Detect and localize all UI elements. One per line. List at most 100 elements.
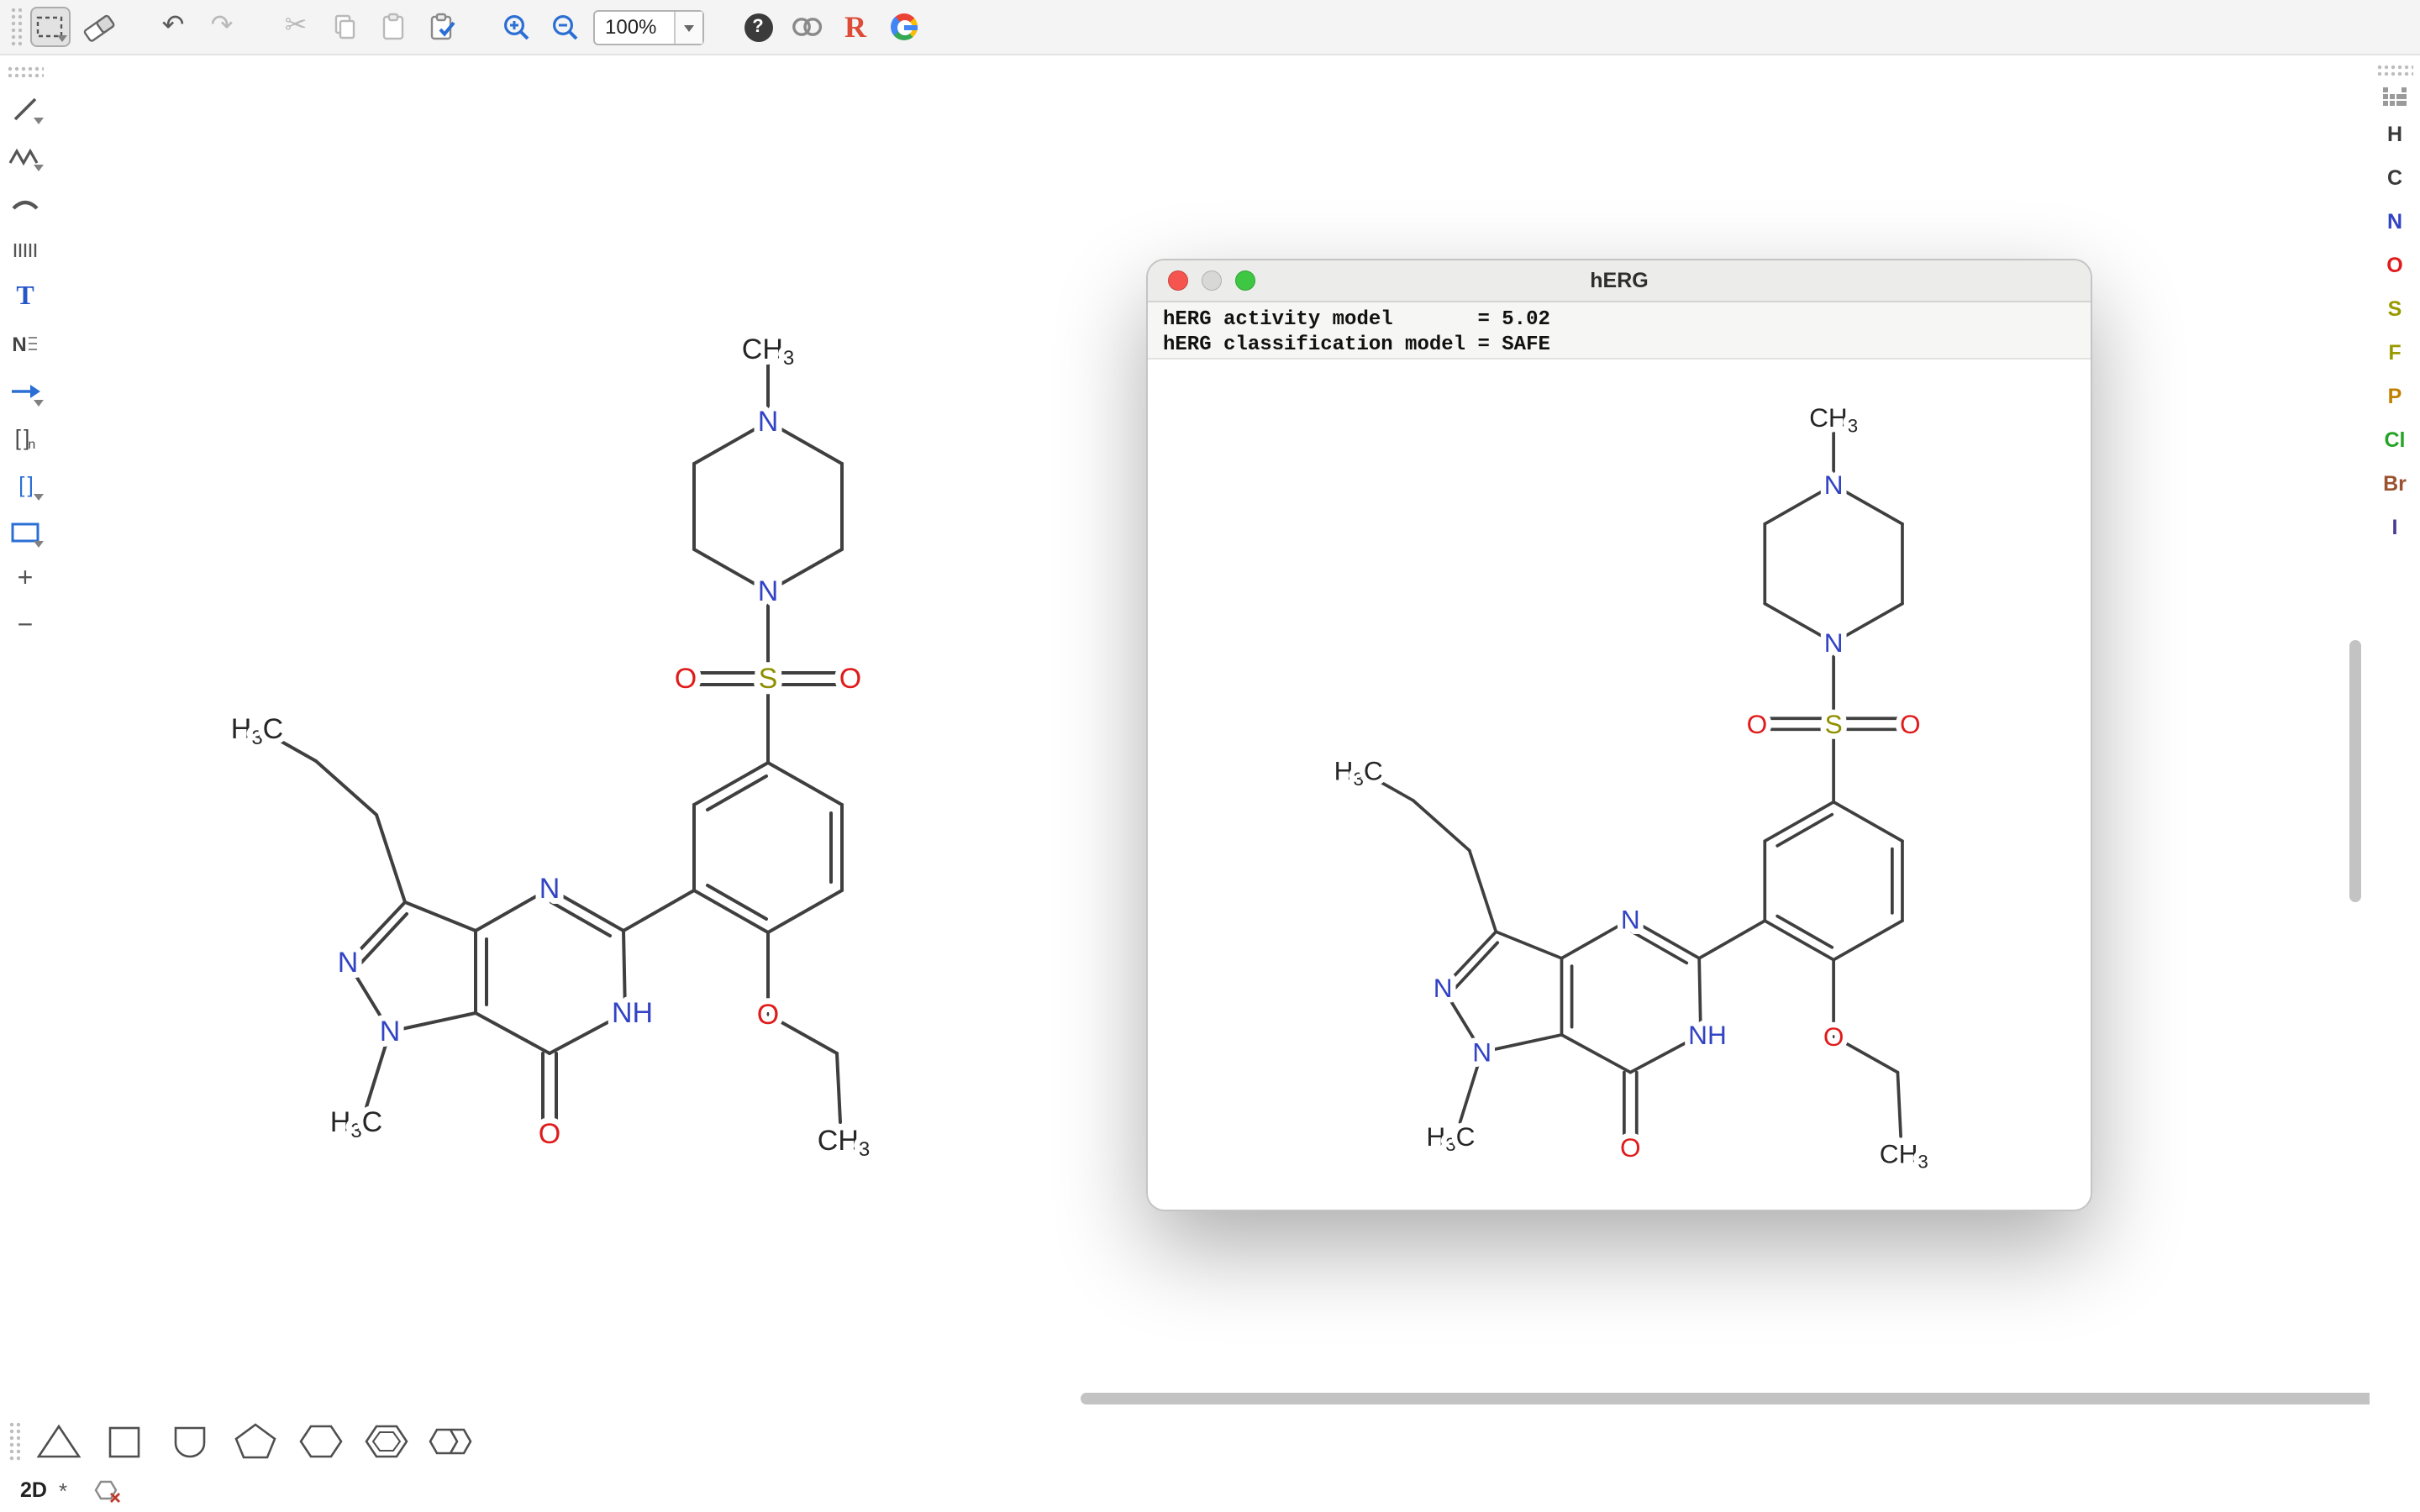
- label-lines-icon: [27, 334, 39, 353]
- periodic-table-button[interactable]: [2375, 79, 2415, 113]
- maximize-button[interactable]: [1235, 270, 1255, 291]
- zoom-out-button[interactable]: [544, 7, 585, 47]
- bond-tool[interactable]: [5, 89, 45, 128]
- undo-icon: ↶: [162, 13, 185, 40]
- template-cyclopentane[interactable]: [229, 1418, 282, 1465]
- square-ring-icon: [101, 1421, 148, 1462]
- top-toolbar: ↶ ↷ ✂ 100% ? R: [0, 0, 2420, 55]
- link-rings-button[interactable]: [786, 7, 827, 47]
- linked-rings-icon: [789, 15, 824, 39]
- hexagon-ring-icon: [297, 1421, 345, 1462]
- pentagon-ring-icon: [232, 1421, 279, 1462]
- clean-structure-icon[interactable]: [92, 1478, 123, 1503]
- periodic-table-icon: [2381, 85, 2408, 107]
- minimize-button[interactable]: [1202, 270, 1222, 291]
- scissors-icon: ✂: [285, 13, 308, 40]
- redo-icon: ↷: [211, 13, 234, 40]
- bracket-icon: [ ]: [18, 472, 32, 497]
- benzene-ring-icon: [363, 1421, 410, 1462]
- toolbar-grip[interactable]: [7, 66, 44, 77]
- herg-results-panel: hERG activity model = 5.02 hERG classifi…: [1148, 302, 2091, 360]
- chain-tool[interactable]: [5, 136, 45, 175]
- plus-icon: +: [18, 564, 34, 594]
- decrease-charge-button[interactable]: −: [5, 606, 45, 645]
- paste-button[interactable]: [373, 7, 413, 47]
- google-search-button[interactable]: [884, 7, 924, 47]
- atom-label-icon: N: [12, 332, 26, 355]
- zoom-in-icon: [501, 12, 531, 42]
- triangle-ring-icon: [35, 1421, 82, 1462]
- element-P[interactable]: P: [2375, 381, 2415, 412]
- eraser-tool[interactable]: [79, 7, 119, 47]
- multi-bond-tool[interactable]: [5, 230, 45, 269]
- marvin-sketch-app: CH3 N N S O O O CH3 N NH O N N H3C H3C: [0, 0, 2420, 1512]
- comb-lines-icon: [10, 238, 40, 261]
- element-I[interactable]: I: [2375, 512, 2415, 543]
- help-icon: ?: [744, 13, 772, 41]
- r-service-button[interactable]: R: [835, 7, 876, 47]
- template-naphthalene[interactable]: [425, 1418, 479, 1465]
- zigzag-chain-icon: [8, 144, 42, 167]
- herg-classification-line: hERG classification model = SAFE: [1163, 332, 2075, 356]
- sildenafil-structure-window: [1334, 402, 1928, 1172]
- template-cyclopentane-envelope[interactable]: [163, 1418, 217, 1465]
- copy-button[interactable]: [324, 7, 365, 47]
- template-cyclohexane[interactable]: [294, 1418, 348, 1465]
- element-C[interactable]: C: [2375, 163, 2415, 193]
- element-Cl[interactable]: Cl: [2375, 425, 2415, 455]
- repeating-group-tool[interactable]: [ ]n: [5, 418, 45, 457]
- arc-tool[interactable]: [5, 183, 45, 222]
- element-Br[interactable]: Br: [2375, 469, 2415, 499]
- element-S[interactable]: S: [2375, 294, 2415, 324]
- google-logo-icon: [891, 13, 918, 40]
- text-tool-icon: T: [16, 281, 34, 312]
- template-toolbar: [0, 1415, 2420, 1468]
- zoom-dropdown-caret[interactable]: [674, 11, 702, 43]
- single-bond-icon: [10, 93, 40, 123]
- fused-rings-icon: [425, 1421, 479, 1462]
- zoom-level-value: 100%: [595, 15, 674, 39]
- minus-icon: −: [18, 611, 34, 641]
- help-button[interactable]: ?: [738, 7, 778, 47]
- statusbar: 2D *: [0, 1468, 2420, 1512]
- herg-results-window: hERG hERG activity model = 5.02 hERG cla…: [1148, 260, 2091, 1210]
- toolbar-grip[interactable]: [8, 1421, 20, 1462]
- sildenafil-structure-canvas[interactable]: [231, 333, 870, 1161]
- zoom-in-button[interactable]: [496, 7, 536, 47]
- element-F[interactable]: F: [2375, 338, 2415, 368]
- check-structure-button[interactable]: [422, 7, 462, 47]
- redo-button[interactable]: ↷: [202, 7, 242, 47]
- cut-button[interactable]: ✂: [276, 7, 316, 47]
- close-button[interactable]: [1168, 270, 1188, 291]
- text-tool[interactable]: T: [5, 277, 45, 316]
- dimension-mode-indicator[interactable]: 2D: [20, 1478, 47, 1502]
- toolbar-grip[interactable]: [10, 7, 22, 47]
- template-cyclopropane[interactable]: [32, 1418, 86, 1465]
- template-cyclobutane[interactable]: [97, 1418, 151, 1465]
- r-logo-icon: R: [844, 12, 866, 42]
- atom-label-tool[interactable]: N: [5, 324, 45, 363]
- rectangle-selection-tool[interactable]: [30, 7, 71, 47]
- bracket-tool[interactable]: [ ]: [5, 465, 45, 504]
- toolbar-grip[interactable]: [2376, 64, 2413, 76]
- vertical-scrollbar[interactable]: [2349, 640, 2361, 902]
- shape-tool[interactable]: [5, 512, 45, 551]
- zoom-level-select[interactable]: 100%: [593, 9, 704, 45]
- window-title: hERG: [1148, 269, 2091, 292]
- bracket-n-icon: [ ]: [15, 425, 29, 450]
- horizontal-scrollbar[interactable]: [1081, 1393, 2376, 1404]
- element-N[interactable]: N: [2375, 207, 2415, 237]
- zoom-out-icon: [550, 12, 580, 42]
- window-titlebar[interactable]: hERG: [1148, 260, 2091, 302]
- template-benzene[interactable]: [360, 1418, 413, 1465]
- check-structure-icon: [426, 12, 458, 42]
- eraser-icon: [82, 12, 116, 42]
- element-H[interactable]: H: [2375, 119, 2415, 150]
- arrow-tool[interactable]: [5, 371, 45, 410]
- undo-button[interactable]: ↶: [153, 7, 193, 47]
- window-structure-view: [1148, 361, 2091, 1210]
- element-O[interactable]: O: [2375, 250, 2415, 281]
- increase-charge-button[interactable]: +: [5, 559, 45, 598]
- arc-icon: [10, 194, 40, 211]
- paste-icon: [378, 12, 408, 42]
